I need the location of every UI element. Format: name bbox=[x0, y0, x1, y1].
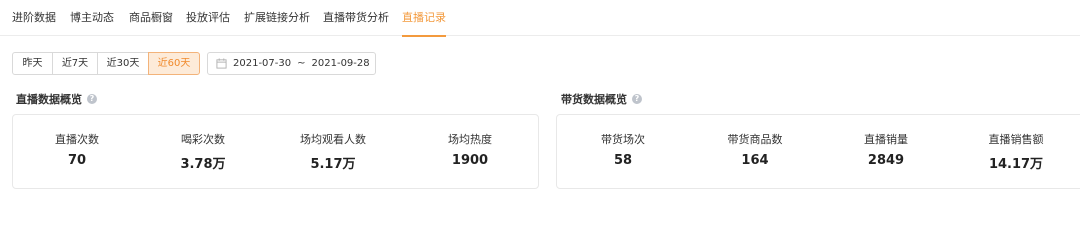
live-overview-title-text: 直播数据概览 bbox=[16, 93, 82, 106]
date-start: 2021-07-30 bbox=[233, 58, 292, 69]
tab-blogger-activity[interactable]: 博主动态 bbox=[70, 0, 114, 36]
metric-value: 58 bbox=[613, 153, 633, 168]
period-selector: 昨天 近7天 近30天 近60天 bbox=[12, 52, 200, 75]
period-30-days[interactable]: 近30天 bbox=[97, 52, 149, 75]
period-60-days[interactable]: 近60天 bbox=[148, 52, 200, 75]
tab-extension-link-analysis[interactable]: 扩展链接分析 bbox=[244, 0, 310, 36]
sales-overview-title-text: 带货数据概览 bbox=[561, 93, 627, 106]
metric-label: 带货商品数 bbox=[727, 133, 783, 146]
metric-value: 14.17万 bbox=[988, 157, 1044, 172]
metric-label: 直播销售额 bbox=[988, 133, 1044, 146]
calendar-icon bbox=[216, 58, 227, 69]
metric-label: 场均热度 bbox=[448, 133, 492, 146]
live-overview-title: 直播数据概览 ? bbox=[16, 91, 97, 107]
metric-value: 70 bbox=[67, 153, 87, 168]
date-separator: ~ bbox=[297, 58, 306, 69]
nav-tabs: 进阶数据 博主动态 商品橱窗 投放评估 扩展链接分析 直播带货分析 直播记录 bbox=[0, 0, 1080, 37]
metric-label: 直播次数 bbox=[55, 133, 99, 146]
period-yesterday[interactable]: 昨天 bbox=[12, 52, 53, 75]
metric-value: 2849 bbox=[867, 153, 905, 168]
metric-value: 1900 bbox=[451, 153, 489, 168]
sales-overview-card: 带货场次 58 带货商品数 164 直播销量 2849 直播销售额 14.17万 bbox=[556, 114, 1080, 189]
live-overview-card: 直播次数 70 喝彩次数 3.78万 场均观看人数 5.17万 场均热度 190… bbox=[12, 114, 539, 189]
tab-live-sales-analysis[interactable]: 直播带货分析 bbox=[323, 0, 389, 36]
sales-overview-title: 带货数据概览 ? bbox=[561, 91, 642, 107]
metric-avg-heat: 场均热度 1900 bbox=[415, 115, 525, 190]
period-7-days[interactable]: 近7天 bbox=[52, 52, 98, 75]
metric-label: 带货场次 bbox=[601, 133, 645, 146]
metric-cheer-count: 喝彩次数 3.78万 bbox=[148, 115, 258, 190]
help-icon[interactable]: ? bbox=[87, 94, 97, 104]
metric-label: 直播销量 bbox=[864, 133, 908, 146]
help-icon[interactable]: ? bbox=[632, 94, 642, 104]
metric-live-revenue: 直播销售额 14.17万 bbox=[961, 115, 1071, 190]
metric-live-count: 直播次数 70 bbox=[22, 115, 132, 190]
tab-advanced-data[interactable]: 进阶数据 bbox=[12, 0, 56, 36]
metric-value: 5.17万 bbox=[310, 157, 356, 172]
metric-value: 3.78万 bbox=[180, 157, 226, 172]
metric-product-count: 带货商品数 164 bbox=[700, 115, 810, 190]
tab-live-records[interactable]: 直播记录 bbox=[402, 0, 446, 37]
date-range-picker[interactable]: 2021-07-30 ~ 2021-09-28 bbox=[207, 52, 376, 75]
metric-avg-viewers: 场均观看人数 5.17万 bbox=[278, 115, 388, 190]
metric-label: 场均观看人数 bbox=[300, 133, 366, 146]
metric-label: 喝彩次数 bbox=[181, 133, 225, 146]
tab-ad-evaluation[interactable]: 投放评估 bbox=[186, 0, 230, 36]
tab-product-showcase[interactable]: 商品橱窗 bbox=[129, 0, 173, 36]
metric-sales-sessions: 带货场次 58 bbox=[568, 115, 678, 190]
metric-value: 164 bbox=[741, 153, 769, 168]
date-end: 2021-09-28 bbox=[311, 58, 370, 69]
metric-live-volume: 直播销量 2849 bbox=[831, 115, 941, 190]
